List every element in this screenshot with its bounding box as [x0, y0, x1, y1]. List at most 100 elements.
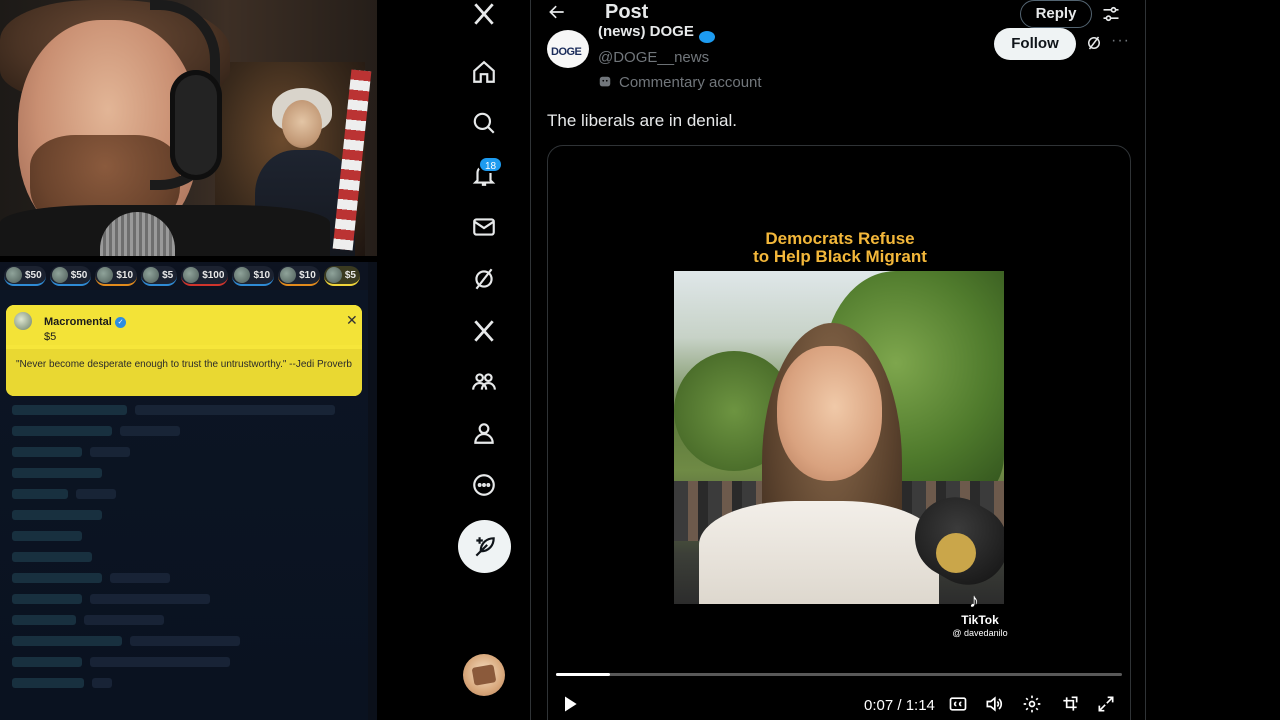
close-icon[interactable]: ✕ [346, 313, 358, 327]
search-icon[interactable] [464, 103, 504, 143]
captions-icon[interactable] [948, 694, 970, 716]
donation-pill-amount: $5 [162, 269, 174, 281]
feather-plus-icon [475, 536, 495, 556]
post-header: Post Reply [531, 0, 1145, 28]
video-frame[interactable] [674, 271, 1004, 604]
donation-pill[interactable]: $5 [323, 266, 360, 286]
verified-badge-icon [699, 31, 715, 43]
donation-amount: $5 [44, 331, 57, 343]
chat-message-blur [76, 489, 116, 499]
chat-username-blur [12, 657, 82, 667]
donation-pill[interactable]: $50 [4, 266, 46, 286]
chat-scrollbar[interactable] [368, 262, 377, 720]
chat-message-blur [130, 636, 240, 646]
communities-icon[interactable] [464, 362, 504, 402]
more-options-icon[interactable]: ··· [1111, 33, 1131, 52]
donation-pill-amount: $5 [344, 269, 356, 281]
donation-pill[interactable]: $10 [278, 266, 320, 286]
headphone-cup [170, 70, 222, 180]
more-circle-icon[interactable] [464, 465, 504, 505]
arrow-left-icon [549, 5, 564, 19]
donor-avatar-icon [6, 267, 22, 283]
x-logo-icon[interactable] [464, 0, 504, 34]
video-caption-line: Democrats Refuse [765, 229, 915, 248]
profile-icon[interactable] [464, 413, 504, 453]
donation-pill[interactable]: $5 [141, 266, 178, 286]
sliders-icon[interactable] [1101, 4, 1121, 24]
chat-message-blur [90, 447, 130, 457]
settings-gear-icon[interactable] [1022, 694, 1044, 716]
donation-pill[interactable]: $100 [181, 266, 229, 286]
donation-pill-amount: $10 [299, 269, 316, 281]
tiktok-handle: @ davedanilo [952, 628, 1008, 638]
chat-username-blur [12, 426, 112, 436]
donor-verified-icon: ✓ [115, 317, 126, 328]
donor-avatar [14, 312, 32, 330]
post-text: The liberals are in denial. [547, 111, 737, 130]
avatar-logo-text: DOGE [551, 46, 582, 58]
donation-pill[interactable]: $50 [49, 266, 92, 286]
compose-post-button[interactable] [458, 520, 511, 573]
avatar-image [471, 664, 497, 686]
grok-icon[interactable] [464, 259, 504, 299]
fullscreen-icon[interactable] [1096, 694, 1118, 716]
commentary-account-label: Commentary account [619, 74, 762, 91]
chat-username-blur [12, 636, 122, 646]
chat-message-blur [92, 678, 112, 688]
grok-icon[interactable] [1085, 34, 1103, 52]
back-button[interactable] [547, 2, 571, 26]
chat-message-blur [110, 573, 170, 583]
reply-button[interactable]: Reply [1020, 0, 1092, 28]
donor-avatar-icon [325, 267, 342, 283]
post-column: Post Reply DOGE (news) DOGE @DOGE__news … [530, 0, 1146, 720]
webcam-feed [0, 0, 377, 256]
video-player[interactable]: Democrats Refuse to Help Black Migrant ♪… [547, 145, 1131, 720]
donor-avatar-icon [97, 267, 114, 283]
video-time: 0:07 / 1:14 [864, 697, 935, 714]
follow-button[interactable]: Follow [994, 28, 1076, 60]
microphone-flag [936, 533, 976, 573]
donation-ticker: $50 $50 $10 $5 $100 $10 $10 $5 [0, 262, 370, 290]
donation-pill-amount: $10 [253, 269, 271, 281]
author-handle[interactable]: @DOGE__news [598, 49, 709, 66]
chat-username-blur [12, 447, 82, 457]
speaker-face [777, 346, 882, 481]
donation-pill-amount: $100 [202, 269, 225, 281]
chat-username-blur [12, 489, 68, 499]
author-name[interactable]: (news) DOGE [598, 26, 694, 42]
donation-pill-amount: $50 [25, 269, 42, 281]
donor-name: Macromental [44, 316, 112, 328]
chat-message-blur [90, 657, 230, 667]
donation-pill[interactable]: $10 [95, 266, 138, 286]
chat-message-blur [135, 405, 335, 415]
mail-icon[interactable] [464, 207, 504, 247]
author-avatar[interactable]: DOGE [547, 30, 589, 68]
donor-avatar-icon [280, 267, 297, 283]
chat-username-blur [12, 573, 102, 583]
pop-out-icon[interactable] [1060, 694, 1082, 716]
chat-username-blur [12, 405, 127, 415]
donation-pill-amount: $50 [70, 269, 88, 281]
donor-avatar-icon [234, 267, 251, 283]
account-avatar[interactable] [463, 654, 505, 696]
donation-pill-amount: $10 [116, 269, 134, 281]
chat-username-blur [12, 678, 84, 688]
chat-username-blur [12, 510, 102, 520]
home-icon[interactable] [464, 52, 504, 92]
tiktok-logo-icon: ♪ [969, 590, 979, 612]
chat-username-blur [12, 468, 102, 478]
donation-pill[interactable]: $10 [232, 266, 275, 286]
speaker-shirt [699, 501, 939, 604]
play-icon[interactable] [560, 694, 582, 716]
video-progress-bar[interactable] [556, 673, 1122, 676]
sidebar-nav [440, 0, 530, 720]
chat-username-blur [12, 594, 82, 604]
video-progress-fill [556, 673, 610, 676]
painting-face [282, 100, 322, 148]
chat-username-blur [12, 531, 82, 541]
donor-avatar-icon [183, 267, 200, 283]
chat-username-blur [12, 552, 92, 562]
x-premium-icon[interactable] [464, 311, 504, 351]
chat-message-blur [120, 426, 180, 436]
volume-icon[interactable] [984, 694, 1006, 716]
